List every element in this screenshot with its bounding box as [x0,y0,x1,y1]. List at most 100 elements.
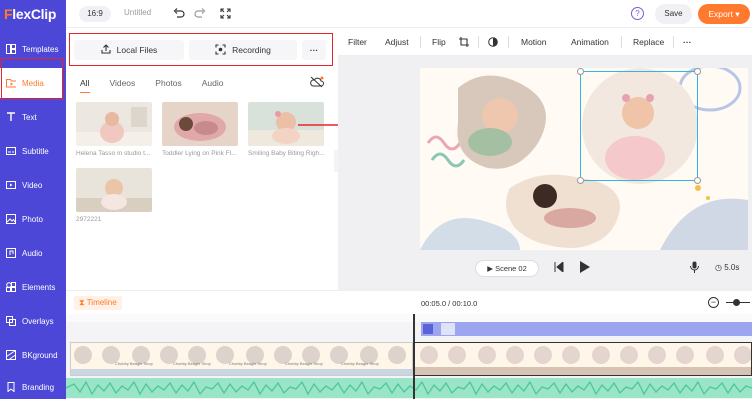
sidebar-item-text[interactable]: Text [0,102,66,132]
sidebar-item-label: Templates [22,44,59,54]
chevron-down-icon: ▾ [735,9,740,19]
clip-text: Chubby Beagle Shop [341,361,379,366]
sidebar: FlexClip Templates Media Text Subtitle V… [0,0,66,399]
motion-button[interactable]: Motion [521,37,547,47]
resize-handle[interactable] [577,68,584,75]
clip-thumbnails [71,343,412,375]
media-tabs: All Videos Photos Audio [80,78,244,93]
cloud-off-icon[interactable] [310,76,324,90]
tab-videos[interactable]: Videos [109,78,135,88]
audio-waveform [66,378,752,398]
media-thumbnail[interactable] [162,102,238,146]
timeline-toggle[interactable]: ⧗ Timeline [74,296,122,310]
audio-icon [6,248,16,258]
overlay-clip-icon [423,324,433,334]
clip-text: Chubby Beagle Shop [115,361,153,366]
toolbar-divider [508,36,509,48]
save-button[interactable]: Save [655,4,692,24]
preview-stage: ▶ Scene 02 ◷ 5.0s [338,56,752,290]
toolbar-more-button[interactable]: ··· [683,37,692,47]
video-canvas[interactable] [420,68,748,250]
previous-icon[interactable] [554,260,564,274]
sidebar-item-video[interactable]: Video [0,170,66,200]
clip-text: Chubby Beagle Shop [229,361,267,366]
text-icon [6,112,16,122]
animation-button[interactable]: Animation [571,37,609,47]
redo-icon[interactable] [193,6,207,20]
tab-all[interactable]: All [80,78,91,93]
timeline-playhead[interactable] [413,314,415,399]
clip-text: Chubby Beagle Shop [285,361,323,366]
flip-button[interactable]: Flip [432,37,446,47]
resize-handle[interactable] [577,177,584,184]
sidebar-item-bkground[interactable]: BKground [0,340,66,370]
timeline-ruler [66,314,752,322]
sidebar-item-branding[interactable]: Branding [0,372,66,399]
sidebar-item-label: Elements [22,282,56,292]
filter-button[interactable]: Filter [348,37,367,47]
zoom-slider-knob[interactable] [733,299,740,306]
overlay-track[interactable] [421,322,752,336]
media-thumbnail[interactable] [76,102,152,146]
tab-photos[interactable]: Photos [155,78,181,88]
toolbar-divider [478,36,479,48]
media-highlight-box [1,58,63,100]
microphone-icon[interactable] [690,261,699,275]
sidebar-item-label: Overlays [22,316,54,326]
help-icon[interactable]: ? [631,7,644,20]
branding-icon [6,382,16,392]
sidebar-item-label: Text [22,112,37,122]
sidebar-item-label: Subtitle [22,146,49,156]
scene-clip-2[interactable] [414,342,752,376]
resize-handle[interactable] [694,68,701,75]
scene-selector[interactable]: ▶ Scene 02 [475,260,539,277]
sidebar-item-elements[interactable]: Elements [0,272,66,302]
timeline-icon: ⧗ [79,298,85,307]
scene-clip-1[interactable]: Chubby Beagle Shop Chubby Beagle Shop Ch… [70,342,413,376]
replace-button[interactable]: Replace [633,37,664,47]
overlay-thumbnail [441,323,455,335]
sidebar-item-overlays[interactable]: Overlays [0,306,66,336]
project-title[interactable]: Untitled [124,8,151,17]
adjust-button[interactable]: Adjust [385,37,409,47]
selection-box[interactable] [577,68,701,184]
photo-icon [6,214,16,224]
toolbar-divider [420,36,421,48]
opacity-icon[interactable] [488,37,498,49]
play-icon[interactable] [579,261,590,275]
aspect-ratio-button[interactable]: 16:9 [79,6,111,22]
clip-thumbnails [415,343,751,375]
flexclip-editor: FlexClip Templates Media Text Subtitle V… [0,0,752,399]
fullscreen-icon[interactable] [218,6,232,20]
export-button[interactable]: Export ▾ [698,4,750,24]
timeline-header: ⧗ Timeline 00:05.0 / 00:10.0 − [66,290,752,314]
sidebar-item-label: Photo [22,214,43,224]
media-thumbnail[interactable] [76,168,152,212]
resize-handle[interactable] [694,177,701,184]
crop-icon[interactable] [459,37,469,49]
toolbar-divider [621,36,622,48]
sidebar-item-subtitle[interactable]: Subtitle [0,136,66,166]
clip-text: Chubby Beagle Shop [173,361,211,366]
undo-icon[interactable] [172,6,186,20]
audio-track[interactable] [66,378,752,398]
sidebar-item-label: BKground [22,350,58,360]
sidebar-item-audio[interactable]: Audio [0,238,66,268]
templates-icon [6,44,16,54]
media-caption: 2972221 [76,216,102,223]
subtitle-icon [6,146,16,156]
sidebar-item-label: Audio [22,248,43,258]
zoom-out-icon[interactable]: − [708,297,719,308]
sidebar-item-photo[interactable]: Photo [0,204,66,234]
clock-icon: ◷ [715,263,722,272]
timeline-tracks: Chubby Beagle Shop Chubby Beagle Shop Ch… [66,322,752,399]
upload-highlight-box [69,33,333,66]
duration-display[interactable]: ◷ 5.0s [715,263,739,272]
sidebar-item-label: Branding [22,382,55,392]
top-header: 16:9 Untitled ? Save Export ▾ [66,0,752,28]
media-panel: Local Files Recording ··· All Videos Pho… [66,28,344,290]
flexclip-logo[interactable]: FlexClip [4,6,56,22]
play-small-icon: ▶ [487,264,493,273]
tab-audio[interactable]: Audio [202,78,224,88]
sidebar-item-label: Video [22,180,43,190]
